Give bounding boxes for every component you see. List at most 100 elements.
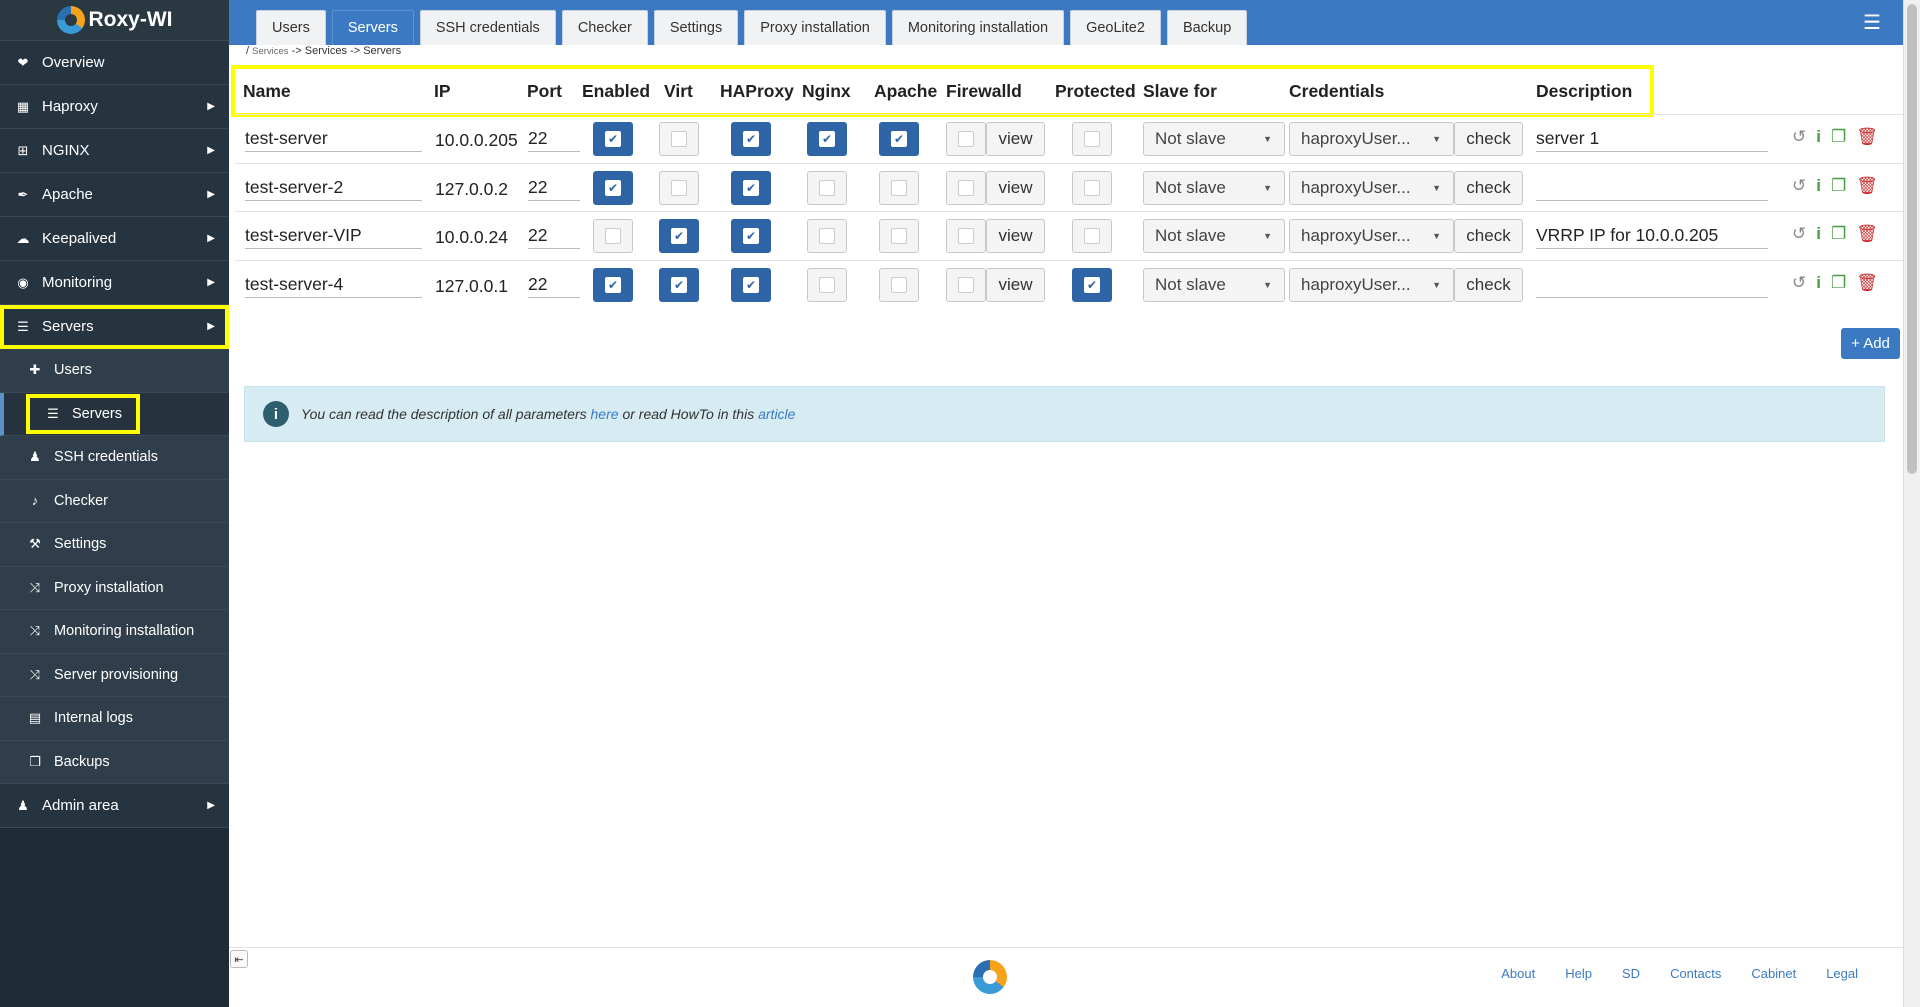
sidebar-item-servers[interactable]: ☰ Servers ▶	[0, 305, 229, 349]
haproxy-checkbox[interactable]: ✔	[731, 122, 771, 156]
haproxy-checkbox[interactable]: ✔	[731, 219, 771, 253]
trash-icon[interactable]: 🗑	[1856, 273, 1878, 293]
history-icon[interactable]: ↺	[1792, 127, 1806, 147]
here-link[interactable]: here	[591, 406, 619, 422]
slave-for-select[interactable]: Not slave ▼	[1143, 171, 1285, 205]
tab-ssh-credentials[interactable]: SSH credentials	[419, 10, 556, 45]
history-icon[interactable]: ↺	[1792, 176, 1806, 196]
check-credentials-button[interactable]: check	[1454, 268, 1523, 302]
tab-monitoring-installation[interactable]: Monitoring installation	[891, 10, 1065, 45]
sidebar-item-monitoring[interactable]: ◉ Monitoring ▶	[0, 261, 229, 305]
sidebar-subitem-users[interactable]: ✚ Users	[0, 349, 229, 393]
credentials-select[interactable]: haproxyUser... ▼	[1289, 171, 1454, 205]
check-credentials-button[interactable]: check	[1454, 171, 1523, 205]
virt-checkbox[interactable]	[659, 171, 699, 205]
sidebar-subitem-monitoring-installation[interactable]: ⤨ Monitoring installation	[0, 610, 229, 654]
server-name-input[interactable]: test-server-VIP	[245, 225, 422, 249]
enabled-checkbox[interactable]: ✔	[593, 268, 633, 302]
article-link[interactable]: article	[758, 406, 795, 422]
description-input[interactable]	[1536, 177, 1768, 201]
hamburger-menu-icon[interactable]: ☰	[1863, 10, 1881, 35]
tab-backup[interactable]: Backup	[1166, 10, 1248, 45]
clone-icon[interactable]: ❐	[1831, 127, 1846, 147]
apache-checkbox[interactable]	[879, 171, 919, 205]
sidebar-subitem-proxy-installation[interactable]: ⤨ Proxy installation	[0, 566, 229, 610]
sidebar-item-haproxy[interactable]: ▦ Haproxy ▶	[0, 85, 229, 129]
page-scrollbar[interactable]	[1903, 0, 1920, 1007]
nginx-checkbox[interactable]	[807, 268, 847, 302]
port-input[interactable]: 22	[528, 274, 580, 298]
sidebar-subitem-settings[interactable]: ⚒ Settings	[0, 523, 229, 567]
tab-settings[interactable]: Settings	[653, 10, 739, 45]
sidebar-subitem-ssh-credentials[interactable]: ♟ SSH credentials	[0, 436, 229, 480]
info-icon[interactable]: i	[1816, 273, 1821, 293]
port-input[interactable]: 22	[528, 225, 580, 249]
sidebar-item-overview[interactable]: ❤ Overview	[0, 41, 229, 85]
breadcrumb-item[interactable]: Services	[252, 46, 288, 57]
footer-link-legal[interactable]: Legal	[1826, 966, 1858, 981]
sidebar-subitem-checker[interactable]: ♪ Checker	[0, 479, 229, 523]
nginx-checkbox[interactable]	[807, 171, 847, 205]
slave-for-select[interactable]: Not slave ▼	[1143, 268, 1285, 302]
footer-link-contacts[interactable]: Contacts	[1670, 966, 1721, 981]
firewalld-checkbox[interactable]	[946, 171, 986, 205]
info-icon[interactable]: i	[1816, 127, 1821, 147]
firewalld-checkbox[interactable]	[946, 122, 986, 156]
footer-link-about[interactable]: About	[1501, 966, 1535, 981]
add-server-button[interactable]: + Add	[1841, 328, 1900, 359]
clone-icon[interactable]: ❐	[1831, 273, 1846, 293]
breadcrumb-item[interactable]: Services	[305, 45, 347, 57]
credentials-select[interactable]: haproxyUser... ▼	[1289, 122, 1454, 156]
description-input[interactable]: VRRP IP for 10.0.0.205	[1536, 225, 1768, 249]
enabled-checkbox[interactable]	[593, 219, 633, 253]
port-input[interactable]: 22	[528, 128, 580, 152]
brand-logo[interactable]: Roxy-WI	[0, 0, 229, 41]
apache-checkbox[interactable]	[879, 219, 919, 253]
server-name-input[interactable]: test-server-2	[245, 177, 422, 201]
firewalld-view-button[interactable]: view	[986, 268, 1045, 302]
protected-checkbox[interactable]	[1072, 171, 1112, 205]
tab-geolite2[interactable]: GeoLite2	[1070, 10, 1161, 45]
apache-checkbox[interactable]: ✔	[879, 122, 919, 156]
sidebar-subitem-internal-logs[interactable]: ▤ Internal logs	[0, 697, 229, 741]
history-icon[interactable]: ↺	[1792, 224, 1806, 244]
virt-checkbox[interactable]	[659, 122, 699, 156]
clone-icon[interactable]: ❐	[1831, 176, 1846, 196]
protected-checkbox[interactable]	[1072, 122, 1112, 156]
credentials-select[interactable]: haproxyUser... ▼	[1289, 219, 1454, 253]
sidebar-subitem-servers[interactable]: ☰ Servers	[0, 392, 229, 436]
trash-icon[interactable]: 🗑	[1856, 176, 1878, 196]
haproxy-checkbox[interactable]: ✔	[731, 268, 771, 302]
description-input[interactable]: server 1	[1536, 128, 1768, 152]
nginx-checkbox[interactable]	[807, 219, 847, 253]
info-icon[interactable]: i	[1816, 176, 1821, 196]
slave-for-select[interactable]: Not slave ▼	[1143, 219, 1285, 253]
protected-checkbox[interactable]	[1072, 219, 1112, 253]
sidebar-item-keepalived[interactable]: ☁ Keepalived ▶	[0, 217, 229, 261]
info-icon[interactable]: i	[1816, 224, 1821, 244]
apache-checkbox[interactable]	[879, 268, 919, 302]
footer-link-help[interactable]: Help	[1565, 966, 1592, 981]
haproxy-checkbox[interactable]: ✔	[731, 171, 771, 205]
footer-link-sd[interactable]: SD	[1622, 966, 1640, 981]
slave-for-select[interactable]: Not slave ▼	[1143, 122, 1285, 156]
server-name-input[interactable]: test-server	[245, 128, 422, 152]
enabled-checkbox[interactable]: ✔	[593, 171, 633, 205]
check-credentials-button[interactable]: check	[1454, 122, 1523, 156]
description-input[interactable]	[1536, 274, 1768, 298]
enabled-checkbox[interactable]: ✔	[593, 122, 633, 156]
collapse-sidebar-icon[interactable]: ⇤	[230, 950, 248, 968]
firewalld-view-button[interactable]: view	[986, 219, 1045, 253]
nginx-checkbox[interactable]: ✔	[807, 122, 847, 156]
sidebar-item-admin-area[interactable]: ♟ Admin area ▶	[0, 784, 229, 828]
tab-users[interactable]: Users	[256, 10, 326, 45]
protected-checkbox[interactable]: ✔	[1072, 268, 1112, 302]
tab-checker[interactable]: Checker	[561, 10, 648, 45]
port-input[interactable]: 22	[528, 177, 580, 201]
trash-icon[interactable]: 🗑	[1856, 224, 1878, 244]
server-name-input[interactable]: test-server-4	[245, 274, 422, 298]
virt-checkbox[interactable]: ✔	[659, 219, 699, 253]
trash-icon[interactable]: 🗑	[1856, 127, 1878, 147]
sidebar-item-nginx[interactable]: ⊞ NGINX ▶	[0, 129, 229, 173]
firewalld-view-button[interactable]: view	[986, 171, 1045, 205]
